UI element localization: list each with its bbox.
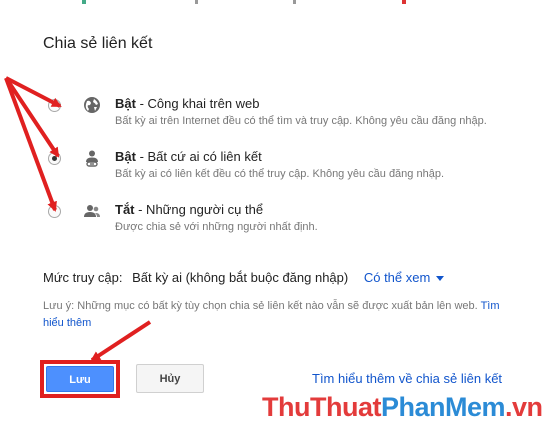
people-icon (84, 205, 100, 217)
option-anyone-with-link[interactable]: Bật - Bất cứ ai có liên kết Bất kỳ ai có… (48, 149, 518, 193)
option-public-web-desc: Bất kỳ ai trên Internet đều có thể tìm v… (115, 115, 487, 127)
permission-dropdown-label: Có thể xem (363, 270, 431, 285)
option-public-web-label: Bật - Công khai trên web (115, 96, 260, 111)
cancel-button[interactable]: Hủy (136, 364, 204, 393)
watermark-part2: PhanMem (380, 392, 506, 422)
radio-specific-people[interactable] (48, 205, 61, 218)
access-level-row: Mức truy cập: Bất kỳ ai (không bắt buộc … (43, 270, 445, 285)
option-public-web-subtitle: - Công khai trên web (135, 96, 260, 111)
share-link-dialog: Chia sẻ liên kết Bật - Công khai trên we… (0, 0, 546, 442)
option-public-web[interactable]: Bật - Công khai trên web Bất kỳ ai trên … (48, 96, 518, 140)
option-specific-people[interactable]: Tắt - Những người cụ thể Được chia sẻ vớ… (48, 202, 518, 246)
option-anyone-with-link-desc: Bất kỳ ai có liên kết đều có thể truy cậ… (115, 168, 444, 180)
dialog-title: Chia sẻ liên kết (43, 35, 153, 52)
radio-anyone-with-link[interactable] (48, 152, 61, 165)
option-specific-people-desc: Được chia sẻ với những người nhất định. (115, 221, 318, 233)
access-level-value: Bất kỳ ai (không bắt buộc đăng nhập) (132, 270, 349, 285)
publish-note-text: Lưu ý: Những mục có bất kỳ tùy chọn chia… (43, 300, 481, 312)
watermark: ThuThuatPhanMem.vn (262, 392, 543, 423)
permission-dropdown[interactable]: Có thể xem (363, 270, 445, 285)
watermark-part3: .vn (505, 392, 543, 422)
option-anyone-with-link-label: Bật - Bất cứ ai có liên kết (115, 149, 262, 164)
globe-icon (84, 97, 100, 113)
watermark-part1: ThuThuat (262, 392, 381, 422)
learn-more-link-sharing[interactable]: Tìm hiểu thêm về chia sẻ liên kết (312, 371, 502, 386)
option-anyone-with-link-title: Bật (115, 149, 136, 164)
top-edge-decoration (0, 0, 546, 6)
option-anyone-with-link-subtitle: - Bất cứ ai có liên kết (135, 149, 262, 164)
option-specific-people-title: Tắt (115, 202, 135, 217)
save-button[interactable]: Lưu (46, 366, 114, 392)
option-public-web-title: Bật (115, 96, 136, 111)
access-level-label: Mức truy cập: (43, 270, 123, 285)
chevron-down-icon (436, 276, 445, 282)
publish-note: Lưu ý: Những mục có bất kỳ tùy chọn chia… (43, 298, 503, 332)
option-specific-people-label: Tắt - Những người cụ thể (115, 202, 263, 217)
person-link-icon (86, 150, 98, 167)
radio-public-web[interactable] (48, 99, 61, 112)
option-specific-people-subtitle: - Những người cụ thể (134, 202, 264, 217)
